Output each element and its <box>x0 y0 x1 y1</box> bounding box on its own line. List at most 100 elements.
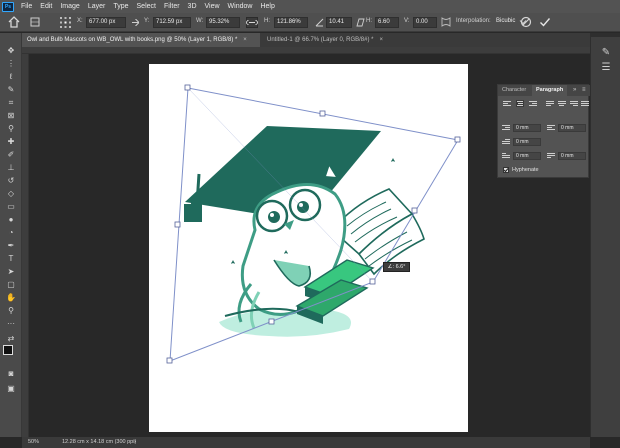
menu-file[interactable]: File <box>17 3 36 10</box>
height-field[interactable]: 121.86% <box>274 17 308 28</box>
x-field[interactable]: 677.00 px <box>86 17 126 28</box>
menu-select[interactable]: Select <box>133 3 160 10</box>
menu-layer[interactable]: Layer <box>84 3 110 10</box>
owl-mascot-artwork <box>184 126 425 337</box>
foreground-color-swatch[interactable] <box>3 345 13 355</box>
justify-left-icon[interactable] <box>546 101 554 108</box>
y-field[interactable]: 712.59 px <box>153 17 191 28</box>
close-icon[interactable]: × <box>243 37 247 43</box>
horizontal-ruler[interactable] <box>22 47 590 54</box>
align-left-icon[interactable] <box>503 101 511 108</box>
reference-point-icon[interactable] <box>60 17 71 28</box>
eyedropper-tool-icon[interactable]: ⚲ <box>4 123 18 134</box>
transform-handle[interactable] <box>166 357 173 364</box>
document-tabs: Owl and Bulb Mascots on WB_OWL with book… <box>22 33 590 47</box>
hskew-field[interactable]: 6.60 <box>375 17 399 28</box>
transform-handle[interactable] <box>411 207 418 214</box>
tab-label: Untitled-1 @ 66.7% (Layer 0, RGB/8#) * <box>267 37 374 43</box>
panel-menu-icon[interactable]: ≡ <box>582 87 586 93</box>
healing-brush-icon[interactable]: ✚ <box>4 136 18 147</box>
tab-owl-document[interactable]: Owl and Bulb Mascots on WB_OWL with book… <box>22 33 260 47</box>
more-tools-icon[interactable]: ··· <box>4 318 18 329</box>
status-menu-arrow[interactable]: › <box>134 439 136 445</box>
lasso-tool-icon[interactable]: ℓ <box>4 71 18 82</box>
eraser-tool-icon[interactable]: ◇ <box>4 188 18 199</box>
transform-handle[interactable] <box>184 84 191 91</box>
x-label: X: <box>77 18 83 24</box>
skew-icon <box>356 18 365 27</box>
vskew-field[interactable]: 0.00 <box>413 17 437 28</box>
swap-colors-icon[interactable]: ⇄ <box>4 333 18 344</box>
angle-field[interactable]: 10.41 <box>326 17 352 28</box>
brush-settings-icon[interactable]: ✎ <box>598 46 614 60</box>
collapse-panel-icon[interactable]: » <box>573 87 576 93</box>
dodge-tool-icon[interactable]: ◔ <box>4 227 18 238</box>
home-icon[interactable] <box>8 16 20 28</box>
relative-position-icon[interactable] <box>132 19 139 26</box>
width-field[interactable]: 95.32% <box>206 17 240 28</box>
document-info: 12.28 cm x 14.18 cm (300 ppi) <box>62 439 137 445</box>
transform-handle[interactable] <box>454 136 461 143</box>
close-icon[interactable]: × <box>379 37 383 43</box>
gradient-tool-icon[interactable]: ▭ <box>4 201 18 212</box>
align-right-icon[interactable] <box>529 101 537 108</box>
type-tool-icon[interactable]: T <box>4 253 18 264</box>
vertical-ruler[interactable] <box>22 54 29 437</box>
space-before-field[interactable]: 0 mm <box>513 152 541 160</box>
right-panel-dock: ✎ ☰ <box>590 33 620 437</box>
indent-right-icon <box>547 125 555 132</box>
menu-image[interactable]: Image <box>56 3 83 10</box>
justify-right-icon[interactable] <box>570 101 578 108</box>
transform-handle[interactable] <box>319 110 326 117</box>
tools-panel: ✥ ⋮ ℓ ✎ ⌗ ⊠ ⚲ ✚ ✐ ⊥ ↺ ◇ ▭ ● ◔ ✒ T ➤ ▢ ✋ … <box>0 33 22 437</box>
indent-right-field[interactable]: 0 mm <box>558 124 586 132</box>
space-before-icon <box>502 153 510 160</box>
space-after-field[interactable]: 0 mm <box>558 152 586 160</box>
tab-character[interactable]: Character <box>498 85 530 96</box>
cancel-icon[interactable] <box>520 16 532 28</box>
hand-tool-icon[interactable]: ✋ <box>4 292 18 303</box>
tab-untitled-document[interactable]: Untitled-1 @ 66.7% (Layer 0, RGB/8#) * × <box>262 33 412 47</box>
crop-tool-icon[interactable]: ⌗ <box>4 97 18 108</box>
transform-tool-icon <box>30 17 40 27</box>
menu-window[interactable]: Window <box>224 3 257 10</box>
menu-type[interactable]: Type <box>109 3 132 10</box>
tab-paragraph[interactable]: Paragraph <box>532 85 568 96</box>
indent-left-field[interactable]: 0 mm <box>513 124 541 132</box>
interpolation-select[interactable]: Bicubic <box>494 17 518 28</box>
frame-tool-icon[interactable]: ⊠ <box>4 110 18 121</box>
hyphenate-checkbox[interactable] <box>503 167 509 173</box>
path-select-icon[interactable]: ➤ <box>4 266 18 277</box>
screen-mode-icon[interactable]: ▣ <box>4 383 18 394</box>
transform-handle[interactable] <box>268 318 275 325</box>
transform-handle[interactable] <box>369 278 376 285</box>
link-icon[interactable] <box>246 17 258 28</box>
rectangle-tool-icon[interactable]: ▢ <box>4 279 18 290</box>
menu-3d[interactable]: 3D <box>184 3 201 10</box>
commit-check-icon[interactable] <box>539 16 551 28</box>
pen-tool-icon[interactable]: ✒ <box>4 240 18 251</box>
menu-filter[interactable]: Filter <box>160 3 184 10</box>
history-brush-icon[interactable]: ↺ <box>4 175 18 186</box>
move-tool-icon[interactable]: ✥ <box>4 45 18 56</box>
menu-view[interactable]: View <box>201 3 224 10</box>
brush-tool-icon[interactable]: ✐ <box>4 149 18 160</box>
artboard-tool-icon[interactable]: ⋮ <box>4 58 18 69</box>
menu-help[interactable]: Help <box>256 3 278 10</box>
vskew-label: V: <box>404 18 410 24</box>
transform-handle[interactable] <box>174 221 181 228</box>
justify-all-icon[interactable] <box>581 101 589 108</box>
warp-icon[interactable] <box>441 17 451 27</box>
blur-tool-icon[interactable]: ● <box>4 214 18 225</box>
indent-first-line-field[interactable]: 0 mm <box>513 138 541 146</box>
clone-stamp-icon[interactable]: ⊥ <box>4 162 18 173</box>
y-label: Y: <box>144 18 150 24</box>
align-center-icon[interactable] <box>516 100 524 107</box>
adjustments-icon[interactable]: ☰ <box>598 61 614 75</box>
quick-select-tool-icon[interactable]: ✎ <box>4 84 18 95</box>
zoom-level[interactable]: 50% <box>28 439 39 445</box>
justify-center-icon[interactable] <box>558 101 566 108</box>
quick-mask-icon[interactable]: ◙ <box>4 368 18 379</box>
menu-edit[interactable]: Edit <box>36 3 56 10</box>
zoom-tool-icon[interactable]: ⚲ <box>4 305 18 316</box>
